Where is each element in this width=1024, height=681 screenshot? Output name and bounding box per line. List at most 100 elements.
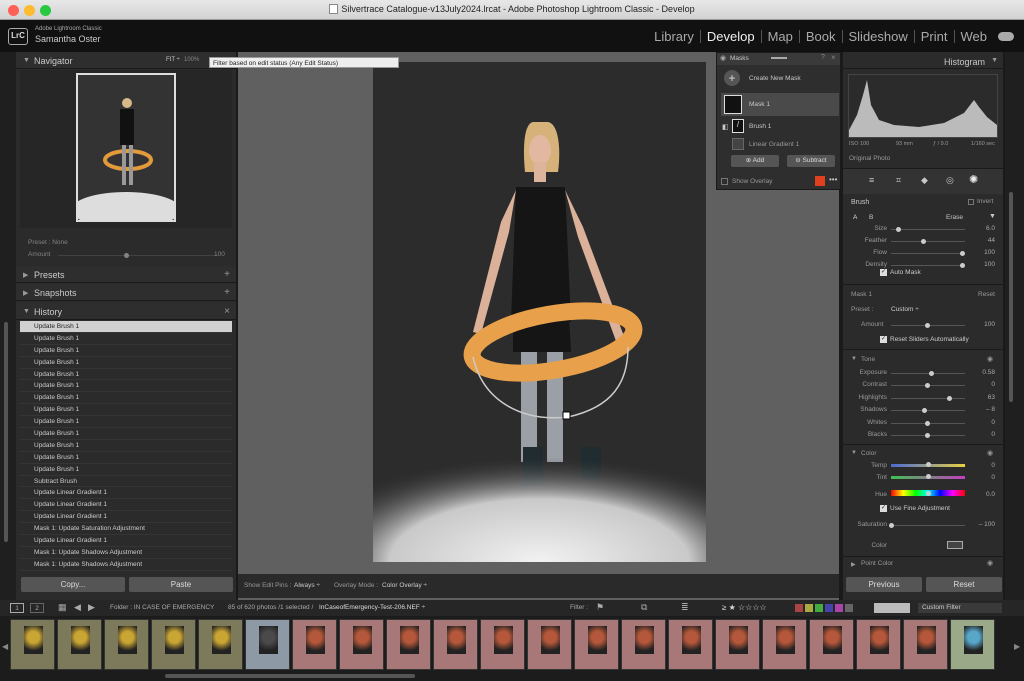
preset-amount-knob[interactable] — [124, 253, 129, 258]
edit-sliders-icon[interactable]: ≡ — [869, 175, 874, 185]
filmstrip-thumbnail[interactable] — [57, 619, 102, 670]
density-knob[interactable] — [959, 263, 965, 268]
history-item[interactable]: Update Linear Gradient 1 — [20, 499, 232, 512]
sort-icon[interactable]: ≣ — [681, 602, 689, 613]
histogram-header[interactable]: Histogram ▼ — [843, 52, 1003, 69]
history-item[interactable]: Update Brush 1 — [20, 404, 232, 417]
history-item[interactable]: Update Brush 1 — [20, 369, 232, 381]
scroll-left-icon[interactable]: ◀ — [2, 642, 8, 651]
reset-button[interactable]: Reset — [926, 577, 1002, 592]
history-item[interactable]: Update Brush 1 — [20, 452, 232, 464]
forward-arrow-icon[interactable]: ▶ — [88, 602, 95, 613]
tint-knob[interactable] — [926, 474, 931, 479]
filmstrip-thumbnail[interactable] — [104, 619, 149, 670]
purple-label-filter[interactable] — [835, 604, 843, 612]
redeye-icon[interactable]: ◎ — [946, 175, 954, 186]
window-1-button[interactable]: 1 — [10, 603, 24, 613]
copy-icon[interactable]: ⧉ — [641, 602, 647, 613]
module-library[interactable]: Library — [648, 30, 701, 43]
history-item[interactable]: Update Brush 1 — [20, 357, 232, 369]
filmstrip-thumbnail[interactable] — [903, 619, 948, 670]
more-icon[interactable]: ••• — [829, 175, 837, 184]
mask1-reset[interactable]: Reset — [978, 291, 995, 298]
clear-history-icon[interactable]: × — [224, 306, 230, 317]
flow-slider[interactable] — [891, 253, 965, 254]
filmstrip-thumbnail[interactable] — [809, 619, 854, 670]
history-item[interactable]: Update Brush 1 — [20, 464, 232, 476]
highlights-knob[interactable] — [947, 395, 953, 401]
temp-knob[interactable] — [926, 462, 931, 467]
scroll-right-icon[interactable]: ▶ — [1014, 642, 1020, 651]
close-icon[interactable]: × — [831, 53, 836, 62]
eye-icon[interactable]: ◉ — [987, 355, 993, 363]
blue-label-filter[interactable] — [825, 604, 833, 612]
back-arrow-icon[interactable]: ◀ — [74, 602, 81, 613]
auto-mask-checkbox[interactable]: ✓ — [880, 269, 887, 276]
filmstrip-thumbnail[interactable] — [950, 619, 995, 670]
navigator-preview[interactable] — [20, 70, 232, 228]
history-item[interactable]: Update Brush 1 — [20, 345, 232, 357]
history-item[interactable]: Mask 1: Update Shadows Adjustment — [20, 559, 232, 571]
create-mask-plus-icon[interactable]: + — [724, 70, 740, 86]
filmstrip-thumbnail[interactable] — [668, 619, 713, 670]
presets-header[interactable]: ▶ Presets + — [16, 266, 236, 283]
green-label-filter[interactable] — [815, 604, 823, 612]
overlay-mode-select[interactable]: Color Overlay ÷ — [382, 582, 427, 589]
feather-knob[interactable] — [920, 239, 926, 244]
feather-slider[interactable] — [891, 241, 965, 242]
history-item[interactable]: Update Brush 1 — [20, 333, 232, 345]
filmstrip-scrollbar[interactable] — [165, 674, 415, 678]
size-slider[interactable] — [891, 229, 965, 230]
exposure-knob[interactable] — [928, 371, 934, 376]
brush-dropdown-icon[interactable]: ▼ — [989, 213, 996, 220]
folder-source[interactable]: Folder : IN CASE OF EMERGENCY — [110, 604, 214, 611]
history-item[interactable]: Update Brush 1 — [20, 440, 232, 452]
cloud-icon[interactable] — [998, 32, 1014, 41]
filmstrip-thumbnail[interactable] — [10, 619, 55, 670]
saturation-slider[interactable] — [891, 525, 965, 526]
module-book[interactable]: Book — [800, 30, 843, 43]
help-icon[interactable]: ? — [821, 54, 825, 61]
window-2-button[interactable]: 2 — [30, 603, 44, 613]
history-item[interactable]: Update Brush 1 — [20, 428, 232, 440]
saturation-knob[interactable] — [889, 523, 894, 528]
history-header[interactable]: ▼ History × — [16, 303, 236, 320]
paste-button[interactable]: Paste — [129, 577, 233, 592]
edit-pins-select[interactable]: Always ÷ — [294, 582, 320, 589]
module-print[interactable]: Print — [915, 30, 955, 43]
healing-icon[interactable]: ◆ — [921, 175, 928, 186]
right-scrollbar[interactable] — [1009, 192, 1013, 402]
create-new-mask[interactable]: Create New Mask — [749, 75, 801, 82]
add-preset-icon[interactable]: + — [224, 269, 230, 280]
contrast-knob[interactable] — [925, 383, 930, 389]
custom-filter-select[interactable]: Custom Filter — [918, 603, 1002, 613]
brush1-item[interactable]: Brush 1 — [749, 123, 771, 130]
brush-a-tab[interactable]: A — [853, 214, 857, 221]
left-scrollbar[interactable] — [4, 322, 8, 542]
hue-knob[interactable] — [926, 491, 931, 496]
zoom-level[interactable]: 100% — [184, 57, 199, 63]
filmstrip-thumbnail[interactable] — [715, 619, 760, 670]
invert-checkbox[interactable] — [968, 199, 974, 205]
history-item[interactable]: Mask 1: Update Saturation Adjustment — [20, 523, 232, 536]
point-color-title[interactable]: Point Color — [861, 560, 893, 567]
brush-erase-tab[interactable]: Erase — [946, 214, 963, 221]
gray-label-filter[interactable] — [845, 604, 853, 612]
selected-filename[interactable]: InCaseofEmergency-Test-206.NEF ÷ — [319, 604, 425, 611]
masking-icon[interactable]: ✺ — [969, 173, 978, 186]
shadows-knob[interactable] — [922, 408, 928, 414]
module-slideshow[interactable]: Slideshow — [843, 30, 915, 43]
mask-amount-knob[interactable] — [925, 323, 930, 328]
crop-icon[interactable]: ⌗ — [896, 175, 901, 186]
red-label-filter[interactable] — [795, 604, 803, 612]
filmstrip-thumbnail[interactable] — [339, 619, 384, 670]
add-snapshot-icon[interactable]: + — [224, 287, 230, 298]
filmstrip-thumbnail[interactable] — [856, 619, 901, 670]
grid-icon[interactable]: ▦ — [58, 602, 67, 613]
filmstrip-thumbnail[interactable] — [762, 619, 807, 670]
filmstrip-thumbnail[interactable] — [245, 619, 290, 670]
eye-icon[interactable]: ◉ — [987, 559, 993, 567]
gradient-item[interactable]: Linear Gradient 1 — [749, 141, 799, 148]
show-overlay-checkbox[interactable] — [721, 178, 728, 185]
histogram-graph[interactable] — [848, 74, 998, 138]
